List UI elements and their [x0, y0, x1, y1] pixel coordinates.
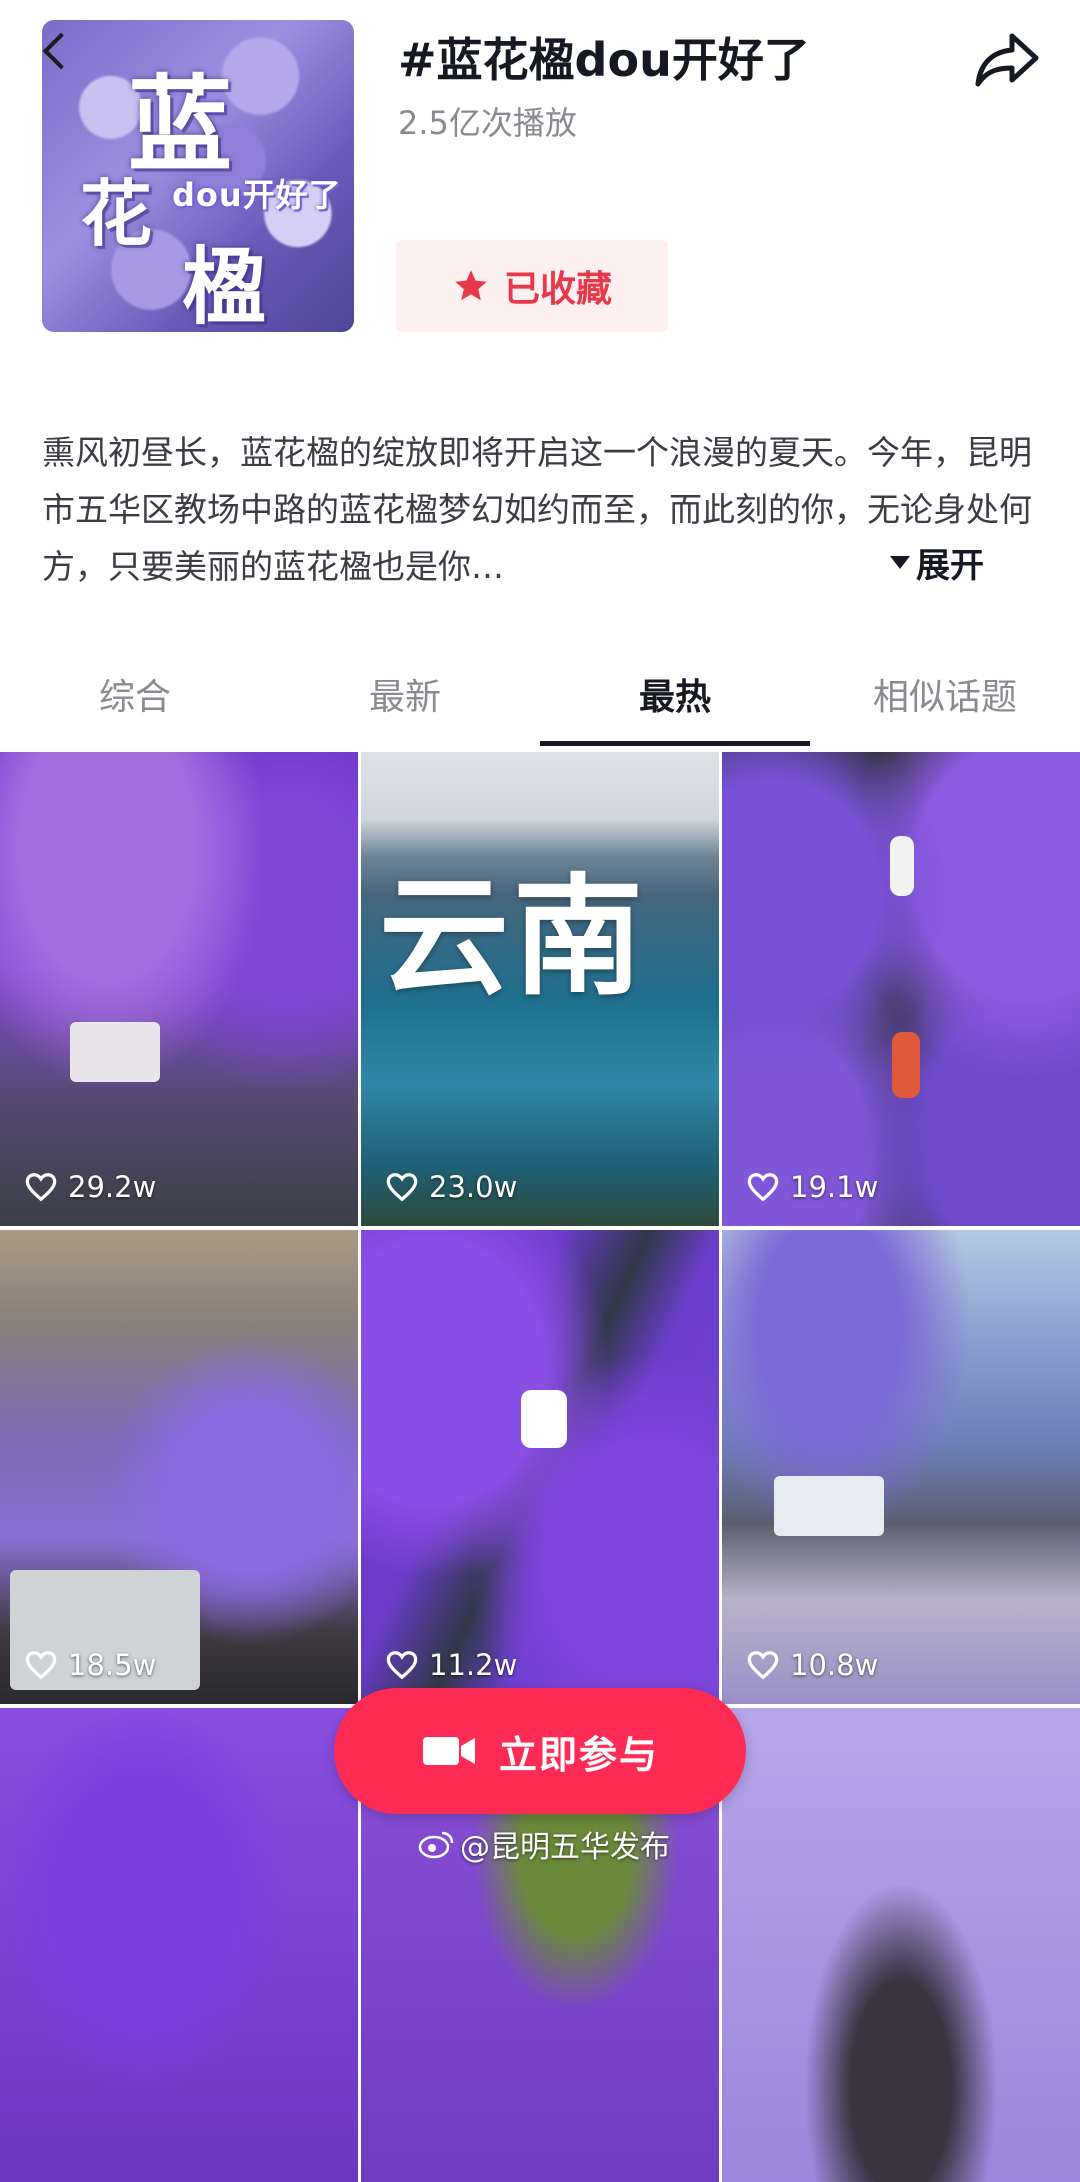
join-now-button[interactable]: 立即参与: [334, 1688, 746, 1814]
watermark: @昆明五华发布: [418, 1822, 670, 1866]
video-card[interactable]: 云南 23.0w: [361, 752, 719, 1226]
video-card[interactable]: [0, 1708, 358, 2182]
expand-button[interactable]: 展开: [890, 538, 984, 587]
share-icon[interactable]: [974, 30, 1040, 90]
like-count: 18.5w: [24, 1648, 156, 1682]
topic-cover-image: 蓝 花 楹 dou开好了: [42, 20, 354, 332]
like-count-text: 23.0w: [429, 1170, 518, 1204]
like-count-text: 11.2w: [429, 1648, 518, 1682]
video-card[interactable]: 19.1w: [722, 752, 1080, 1226]
tab-hottest[interactable]: 最热: [540, 660, 810, 750]
like-count: 11.2w: [385, 1648, 517, 1682]
tab-latest[interactable]: 最新: [270, 660, 540, 750]
heart-icon: [25, 1651, 57, 1680]
heart-icon: [747, 1651, 779, 1680]
heart-icon: [386, 1173, 418, 1202]
like-count: 10.8w: [746, 1648, 878, 1682]
car-shape: [890, 836, 914, 896]
bus-shape: [70, 1022, 160, 1082]
like-count: 19.1w: [746, 1170, 878, 1204]
expand-label: 展开: [916, 546, 984, 586]
cover-title-char-3: 楹: [182, 238, 267, 332]
video-card[interactable]: [722, 1708, 1080, 2182]
heart-icon: [386, 1651, 418, 1680]
tab-comprehensive[interactable]: 综合: [0, 660, 270, 750]
like-count: 23.0w: [385, 1170, 517, 1204]
tab-similar-topics[interactable]: 相似话题: [810, 660, 1080, 750]
triangle-down-icon: [890, 556, 910, 569]
cover-subtitle: dou开好了: [172, 176, 342, 214]
topic-title: #蓝花楹dou开好了: [398, 33, 810, 87]
weibo-icon: [418, 1831, 454, 1859]
tab-bar: 综合 最新 最热 相似话题: [0, 660, 1080, 750]
description-text: 熏风初昼长，蓝花楹的绽放即将开启这一个浪漫的夏天。今年，昆明市五华区教场中路的蓝…: [42, 433, 1032, 586]
video-card[interactable]: 29.2w: [0, 752, 358, 1226]
like-count: 29.2w: [24, 1170, 156, 1204]
like-count-text: 29.2w: [68, 1170, 157, 1204]
video-card[interactable]: 18.5w: [0, 1230, 358, 1704]
collected-button[interactable]: 已收藏: [396, 240, 668, 332]
watermark-text: @昆明五华发布: [460, 1830, 670, 1865]
star-icon: [455, 270, 487, 301]
join-now-label: 立即参与: [498, 1732, 659, 1777]
topic-description: 熏风初昼长，蓝花楹的绽放即将开启这一个浪漫的夏天。今年，昆明市五华区教场中路的蓝…: [42, 424, 1032, 595]
cover-title-char-2: 花: [80, 172, 153, 256]
play-count: 2.5亿次播放: [398, 104, 577, 142]
like-count-text: 19.1w: [790, 1170, 879, 1204]
heart-icon: [25, 1173, 57, 1202]
camera-icon: [422, 1737, 475, 1765]
car-shape: [892, 1032, 920, 1098]
collected-label: 已收藏: [503, 269, 612, 310]
video-card[interactable]: 11.2w: [361, 1230, 719, 1704]
like-count-text: 10.8w: [790, 1648, 879, 1682]
video-overlay-text: 云南: [379, 861, 648, 1013]
bus-shape: [774, 1476, 884, 1536]
heart-icon: [747, 1173, 779, 1202]
car-shape: [521, 1390, 567, 1448]
video-card[interactable]: 10.8w: [722, 1230, 1080, 1704]
like-count-text: 18.5w: [68, 1648, 157, 1682]
